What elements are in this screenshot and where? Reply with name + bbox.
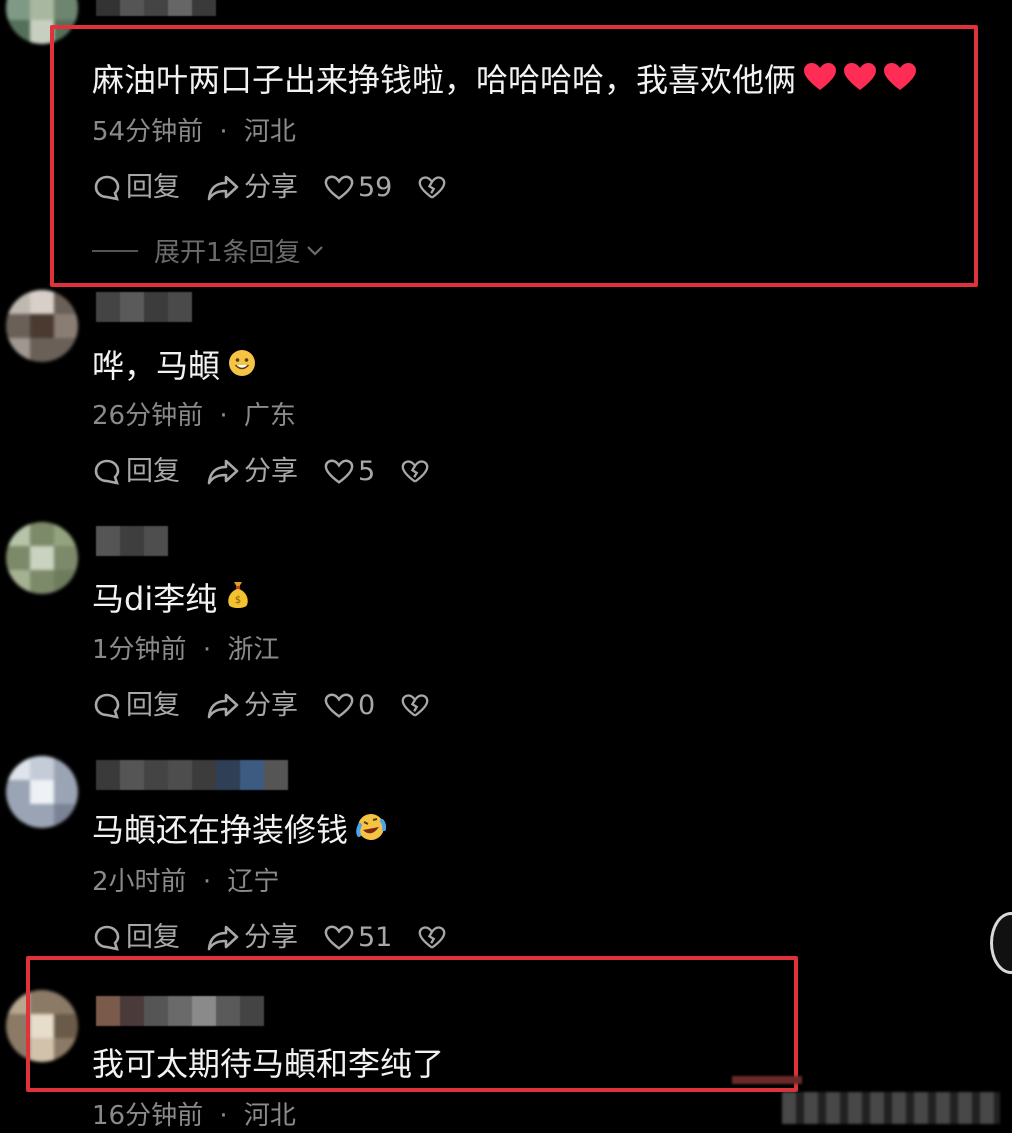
meta-separator: · xyxy=(219,1101,228,1131)
share-label: 分享 xyxy=(244,922,298,953)
username[interactable] xyxy=(96,0,216,16)
highlight-box xyxy=(26,956,798,1092)
laugh-cry-icon xyxy=(356,810,387,850)
share-label: 分享 xyxy=(244,456,298,487)
comment-location: 河北 xyxy=(243,1101,296,1131)
like-count: 0 xyxy=(358,690,376,721)
comment-text: 马頔还在挣装修钱 xyxy=(92,810,387,850)
comment-text: 哗，马頔 xyxy=(92,346,256,386)
reply-label: 回复 xyxy=(126,922,180,953)
share-icon xyxy=(207,693,239,719)
comment-time: 26分钟前 xyxy=(92,401,204,431)
reply-icon xyxy=(94,925,120,951)
broken-heart-icon xyxy=(401,460,429,483)
share-button[interactable]: 分享 xyxy=(206,922,298,954)
comment-time: 1分钟前 xyxy=(92,635,187,665)
comment-time: 16分钟前 xyxy=(92,1101,204,1131)
comment-text: 马di李纯 $ xyxy=(92,578,251,619)
reply-label: 回复 xyxy=(126,456,180,487)
username[interactable] xyxy=(96,526,168,556)
like-count: 51 xyxy=(358,922,393,953)
highlight-box xyxy=(50,25,978,287)
broken-heart-icon xyxy=(418,926,446,949)
comment-actions: 回复 分享 0 xyxy=(92,690,459,722)
like-button[interactable]: 51 xyxy=(324,922,392,954)
smile-icon xyxy=(228,346,256,386)
comment-meta: 1分钟前 · 浙江 xyxy=(92,634,279,666)
reply-icon xyxy=(94,693,120,719)
comment-actions: 回复 分享 5 xyxy=(92,456,459,488)
share-button[interactable]: 分享 xyxy=(206,690,298,722)
avatar[interactable] xyxy=(6,290,78,362)
like-button[interactable]: 0 xyxy=(324,690,375,722)
comment-meta: 16分钟前 · 河北 xyxy=(92,1100,296,1132)
watermark-mark xyxy=(732,1076,802,1084)
share-label: 分享 xyxy=(244,690,298,721)
svg-text:$: $ xyxy=(235,595,241,606)
like-icon xyxy=(324,693,354,718)
like-icon xyxy=(324,459,354,484)
comment-text-content: 马di李纯 xyxy=(92,579,218,618)
like-button[interactable]: 5 xyxy=(324,456,375,488)
reply-icon xyxy=(94,459,120,485)
meta-separator: · xyxy=(202,635,212,665)
watermark xyxy=(782,1092,1000,1124)
avatar[interactable] xyxy=(6,522,78,594)
comment-location: 广东 xyxy=(243,401,296,431)
comment-location: 辽宁 xyxy=(227,867,280,897)
like-icon xyxy=(324,925,354,950)
reply-button[interactable]: 回复 xyxy=(92,690,180,722)
reply-button[interactable]: 回复 xyxy=(92,456,180,488)
money-bag-icon: $ xyxy=(225,578,251,619)
dislike-button[interactable] xyxy=(401,693,433,719)
share-button[interactable]: 分享 xyxy=(206,456,298,488)
dislike-button[interactable] xyxy=(401,459,433,485)
meta-separator: · xyxy=(202,867,212,897)
comment-meta: 26分钟前 · 广东 xyxy=(92,400,296,432)
username[interactable] xyxy=(96,292,192,322)
share-icon xyxy=(207,459,239,485)
reply-label: 回复 xyxy=(126,690,180,721)
username[interactable] xyxy=(96,760,288,790)
comment-actions: 回复 分享 51 xyxy=(92,922,476,954)
comment-location: 浙江 xyxy=(227,635,280,665)
avatar[interactable] xyxy=(6,756,78,828)
reply-button[interactable]: 回复 xyxy=(92,922,180,954)
side-scroll-handle[interactable] xyxy=(990,912,1012,974)
dislike-button[interactable] xyxy=(418,925,450,951)
comment-text-content: 马頔还在挣装修钱 xyxy=(92,811,349,849)
comment-text-content: 哗，马頔 xyxy=(92,347,221,385)
meta-separator: · xyxy=(219,401,228,431)
comment-time: 2小时前 xyxy=(92,867,187,897)
like-count: 5 xyxy=(358,456,376,487)
comment-meta: 2小时前 · 辽宁 xyxy=(92,866,279,898)
broken-heart-icon xyxy=(401,694,429,717)
share-icon xyxy=(207,925,239,951)
